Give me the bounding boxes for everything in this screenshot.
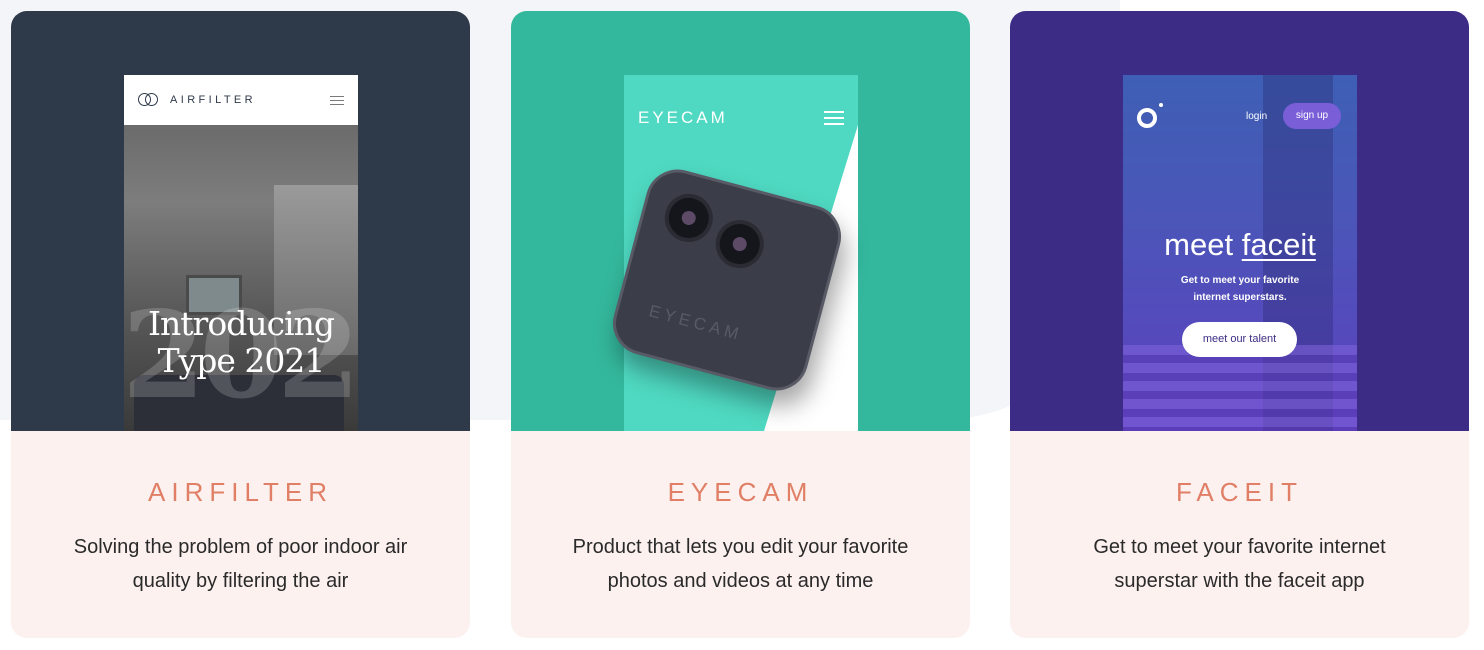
hamburger-icon (330, 95, 344, 105)
headline-brand: faceit (1241, 227, 1316, 262)
park-bench (1123, 345, 1357, 431)
project-card-faceit[interactable]: login sign up meet faceit Get to meet yo… (1010, 11, 1469, 638)
phone-mockup: 2021 Introducing Type 2021 AIRFILTER (124, 75, 358, 431)
phone-mockup: login sign up meet faceit Get to meet yo… (1123, 75, 1357, 431)
project-card-airfilter[interactable]: 2021 Introducing Type 2021 AIRFILTER AIR… (11, 11, 470, 638)
mockup-headline: Introducing Type 2021 (124, 305, 358, 379)
camera-lens-right (710, 214, 770, 274)
camera-label: EYECAM (647, 301, 745, 345)
headline-line-1: Introducing (148, 304, 335, 343)
card-preview[interactable]: login sign up meet faceit Get to meet yo… (1010, 11, 1469, 431)
mockup-navbar: AIRFILTER (124, 75, 358, 125)
interlocking-rings-icon (138, 93, 160, 107)
mockup-headline: meet faceit (1123, 227, 1357, 263)
card-title[interactable]: EYECAM (511, 477, 970, 508)
card-description: Solving the problem of poor indoor air q… (73, 536, 408, 592)
headline-pre: meet (1164, 227, 1234, 262)
card-body: FACEIT Get to meet your favorite interne… (1010, 431, 1469, 638)
login-link: login (1246, 111, 1268, 122)
headline-line-2: Type 2021 (157, 341, 326, 380)
signup-button: sign up (1283, 103, 1341, 129)
card-description: Product that lets you edit your favorite… (572, 536, 909, 592)
room-photo: 2021 Introducing Type 2021 (124, 125, 358, 431)
meet-talent-button: meet our talent (1182, 322, 1297, 357)
mockup-subtext: Get to meet your favorite internet super… (1180, 275, 1300, 303)
logo-dot (1159, 103, 1163, 107)
card-body: EYECAM Product that lets you edit your f… (511, 431, 970, 638)
mockup-brand: EYECAM (638, 108, 728, 127)
camera-lens-left (659, 188, 719, 248)
hamburger-icon (824, 111, 844, 125)
card-body: AIRFILTER Solving the problem of poor in… (11, 431, 470, 638)
mockup-brand: AIRFILTER (170, 94, 257, 106)
card-description: Get to meet your favorite internet super… (1093, 536, 1386, 592)
card-title[interactable]: AIRFILTER (11, 477, 470, 508)
card-title[interactable]: FACEIT (1010, 477, 1469, 508)
ring-logo-icon (1137, 108, 1157, 128)
card-preview[interactable]: 2021 Introducing Type 2021 AIRFILTER (11, 11, 470, 431)
